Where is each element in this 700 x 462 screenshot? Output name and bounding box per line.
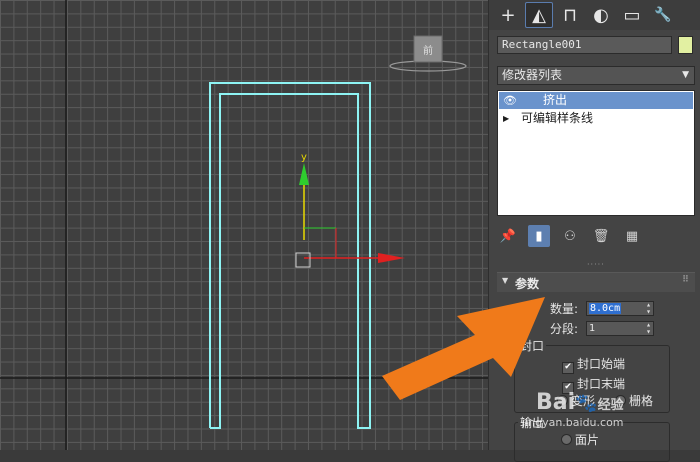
spinner-arrows-icon[interactable]: ▴ ▾	[646, 301, 651, 316]
capping-group-title: 封口	[518, 337, 547, 354]
cap-end-label: 封口末端	[577, 377, 626, 391]
show-end-result-icon[interactable]: ▮	[528, 225, 550, 247]
stack-toolbar: 📌 ▮ ⚇ 🗑 ▦	[497, 224, 695, 248]
cap-start-label: 封口始端	[577, 357, 626, 371]
create-tab[interactable]: +	[494, 2, 522, 28]
modify-tab[interactable]: ◭	[525, 2, 553, 28]
patch-label: 面片	[575, 433, 600, 447]
stack-item-label: 挤出	[543, 93, 568, 107]
command-panel-tabs: + ◭ ⊓ ◐ ▭ 🔧	[489, 0, 700, 30]
eye-icon[interactable]: 👁	[503, 92, 517, 109]
motion-tab[interactable]: ◐	[587, 2, 615, 28]
amount-label: 数量:	[550, 302, 579, 316]
spinner-arrows-icon[interactable]: ▴ ▾	[646, 321, 651, 336]
cap-start-checkbox[interactable]: ✔	[562, 362, 574, 374]
pin-stack-icon[interactable]: 📌	[497, 225, 519, 247]
display-icon: ▭	[623, 4, 641, 26]
patch-radio-row[interactable]: 面片	[561, 431, 599, 448]
stack-item-label: 可编辑样条线	[521, 111, 594, 125]
utilities-tab[interactable]: 🔧	[649, 2, 677, 28]
extruded-shape-outer	[209, 82, 371, 429]
panel-grip[interactable]: ·····	[587, 260, 605, 269]
utilities-icon: 🔧	[654, 7, 672, 23]
gizmo-x-arrow	[378, 253, 405, 263]
remove-modifier-icon[interactable]: 🗑	[590, 225, 612, 247]
parameters-title: 参数	[515, 277, 540, 291]
object-color-swatch[interactable]	[678, 36, 693, 54]
viewcube-face-label: 前	[423, 44, 433, 57]
cap-start-checkbox-row[interactable]: ✔ 封口始端	[562, 355, 625, 374]
gizmo-y-label: y	[301, 152, 307, 163]
modifier-list-dropdown[interactable]: 修改器列表 ▼	[497, 66, 695, 85]
object-name-input[interactable]: Rectangle001	[497, 36, 672, 54]
chevron-down-icon: ▼	[682, 70, 689, 80]
modifier-stack[interactable]: 👁 挤出 ▶ 可编辑样条线	[497, 90, 695, 216]
parameters-rollout-header[interactable]: ▼ 参数 ⠿	[497, 272, 695, 292]
watermark-suffix: 经验	[597, 398, 624, 413]
segments-value: 1	[589, 323, 596, 334]
segments-spinner[interactable]: 1 ▴ ▾	[586, 321, 654, 336]
display-tab[interactable]: ▭	[618, 2, 646, 28]
hierarchy-icon: ⊓	[562, 4, 578, 26]
plus-icon: +	[500, 4, 516, 26]
modify-icon: ◭	[532, 4, 546, 26]
expand-arrow-icon[interactable]: ▶	[503, 110, 509, 127]
collapse-arrow-icon: ▼	[502, 276, 509, 285]
amount-value: 8.0cm	[589, 303, 622, 314]
watermark-url: jingyan.baidu.com	[522, 416, 624, 429]
watermark-brand: Bai	[536, 390, 576, 415]
viewport-top[interactable]: y 前	[0, 0, 488, 450]
segments-label: 分段:	[550, 322, 579, 336]
gizmo-y-arrow	[299, 163, 309, 185]
amount-spinner[interactable]: 8.0cm ▴ ▾	[586, 301, 654, 316]
watermark: Bai🐾经验 jingyan.baidu.com	[522, 390, 638, 430]
stack-item-editable-spline[interactable]: ▶ 可编辑样条线	[499, 110, 693, 127]
command-panel: + ◭ ⊓ ◐ ▭ 🔧 Rectangle001 修改器列表 ▼ 👁 挤出 ▶ …	[488, 0, 700, 462]
motion-icon: ◐	[593, 4, 609, 26]
viewport-canvas[interactable]: y 前	[0, 0, 488, 450]
hierarchy-tab[interactable]: ⊓	[556, 2, 584, 28]
pivot-box	[295, 252, 311, 268]
modifier-list-label: 修改器列表	[502, 68, 563, 82]
patch-radio[interactable]	[561, 434, 572, 445]
rollout-grip-icon: ⠿	[681, 275, 689, 285]
paw-logo-icon: 🐾	[575, 393, 598, 414]
configure-sets-icon[interactable]: ▦	[621, 225, 643, 247]
make-unique-icon[interactable]: ⚇	[559, 225, 581, 247]
stack-item-extrude[interactable]: 👁 挤出	[499, 92, 693, 109]
